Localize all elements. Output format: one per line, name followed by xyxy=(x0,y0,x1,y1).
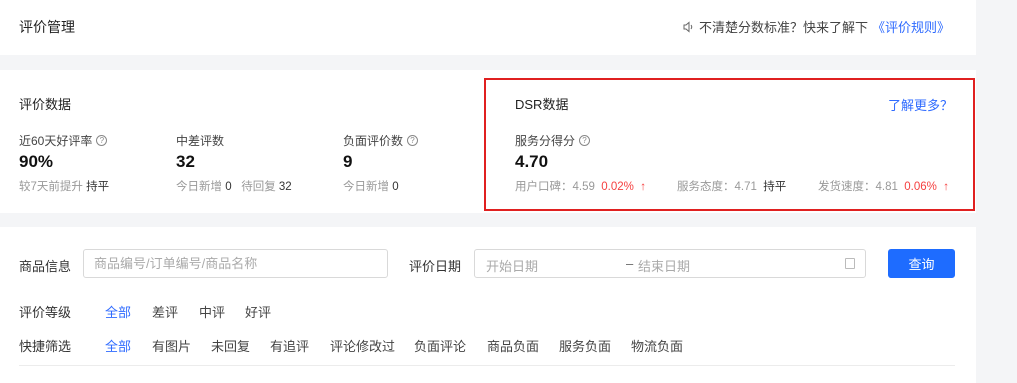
rating-level-label: 评价等级 xyxy=(19,305,72,320)
quick-filter-product-negative[interactable]: 商品负面 xyxy=(487,336,539,355)
quick-filter-logistics-negative[interactable]: 物流负面 xyxy=(631,336,683,355)
quick-filter-with-images[interactable]: 有图片 xyxy=(152,336,191,355)
rules-link[interactable]: 《评价规则》 xyxy=(872,17,950,36)
bad-review-value: 9 xyxy=(343,152,353,171)
dsr-item-change: 0.06% xyxy=(904,181,937,193)
product-search-input[interactable] xyxy=(83,249,388,278)
bad-review-label-text: 负面评价数 xyxy=(343,134,404,148)
rating-option-bad[interactable]: 差评 xyxy=(152,302,178,321)
arrow-up-icon: ↑ xyxy=(637,181,647,193)
rules-notice: 不清楚分数标准？快来了解下 《评价规则》 xyxy=(683,17,950,36)
query-button[interactable]: 查询 xyxy=(888,249,955,278)
dsr-panel: DSR数据 了解更多？ 服务分得分 ? 4.70 用户口碑：4.59 0.02%… xyxy=(484,78,975,211)
positive-rate-label: 近60天好评率 ? xyxy=(19,132,108,149)
quick-filter-negative-review[interactable]: 负面评论 xyxy=(414,336,466,355)
quick-filter-service-negative[interactable]: 服务负面 xyxy=(559,336,611,355)
dsr-score-label: 服务分得分 ? xyxy=(515,132,591,149)
dsr-score-label-text: 服务分得分 xyxy=(515,134,576,148)
dsr-item-service: 服务态度：4.71 持平 xyxy=(677,178,786,194)
page-title: 评价管理 xyxy=(19,19,75,35)
dsr-item-reputation: 用户口碑：4.59 0.02% ↑ xyxy=(515,178,646,194)
quick-filter-follow-up[interactable]: 有追评 xyxy=(270,336,309,355)
positive-rate-value: 90% xyxy=(19,152,54,171)
stats-panel: 评价数据 近60天好评率 ? 90% 较7天前提升 持平 中差评数 32 今日新… xyxy=(0,70,976,213)
negative-count-label-text: 中差评数 xyxy=(176,134,225,148)
notice-text: 不清楚分数标准？快来了解下 xyxy=(698,20,868,35)
end-date-input[interactable]: 结束日期 xyxy=(638,256,690,275)
start-date-input[interactable]: 开始日期 xyxy=(486,256,538,275)
date-separator: – xyxy=(626,256,634,271)
bad-review-today-label: 今日新增 xyxy=(343,181,389,193)
today-new-value: 0 xyxy=(225,181,232,193)
rating-option-all[interactable]: 全部 xyxy=(105,302,131,321)
dsr-item-label: 服务态度： xyxy=(677,181,735,193)
quick-filter-label: 快捷筛选 xyxy=(19,339,72,354)
today-new-label: 今日新增 xyxy=(176,181,222,193)
quick-filter-all[interactable]: 全部 xyxy=(105,336,131,355)
help-icon[interactable]: ? xyxy=(407,135,419,146)
calendar-icon[interactable] xyxy=(845,258,855,269)
positive-rate-label-text: 近60天好评率 xyxy=(19,134,93,148)
positive-rate-change: 较7天前提升 持平 xyxy=(19,178,109,194)
dsr-item-shipping: 发货速度：4.81 0.06% ↑ xyxy=(818,178,949,194)
negative-count-value: 32 xyxy=(176,152,195,171)
quick-filter-unreplied[interactable]: 未回复 xyxy=(211,336,250,355)
dsr-item-value: 4.71 xyxy=(734,181,757,193)
negative-count-sub: 今日新增 0 待回复 32 xyxy=(176,178,292,194)
review-data-title: 评价数据 xyxy=(19,97,72,112)
dsr-item-label: 发货速度： xyxy=(818,181,876,193)
dsr-item-value: 4.59 xyxy=(572,181,595,193)
product-info-label: 商品信息 xyxy=(19,259,72,274)
dsr-item-value: 4.81 xyxy=(875,181,898,193)
header-bar: 评价管理 不清楚分数标准？快来了解下 《评价规则》 xyxy=(0,0,976,55)
dsr-item-change: 持平 xyxy=(763,181,787,193)
bad-review-today-value: 0 xyxy=(392,181,399,193)
speaker-icon xyxy=(683,20,693,33)
rating-option-medium[interactable]: 中评 xyxy=(199,302,225,321)
bad-review-label: 负面评价数 ? xyxy=(343,132,419,149)
help-icon[interactable]: ? xyxy=(579,135,591,146)
divider xyxy=(19,365,955,366)
review-date-label: 评价日期 xyxy=(409,259,462,274)
dsr-item-change: 0.02% xyxy=(601,181,634,193)
date-range-picker[interactable]: 开始日期 – 结束日期 xyxy=(474,249,866,278)
dsr-item-label: 用户口碑： xyxy=(515,181,573,193)
arrow-up-icon: ↑ xyxy=(940,181,950,193)
quick-filter-edited[interactable]: 评论修改过 xyxy=(330,336,395,355)
positive-rate-change-value: 持平 xyxy=(86,181,110,193)
dsr-title: DSR数据 xyxy=(515,97,569,112)
positive-rate-change-label: 较7天前提升 xyxy=(19,181,83,193)
rating-option-good[interactable]: 好评 xyxy=(245,302,271,321)
dsr-score-value: 4.70 xyxy=(515,152,549,171)
pending-reply-label: 待回复 xyxy=(241,181,276,193)
filter-panel: 商品信息 评价日期 开始日期 – 结束日期 查询 评价等级 全部 差评 中评 好… xyxy=(0,227,976,383)
bad-review-sub: 今日新增 0 xyxy=(343,178,399,194)
pending-reply-value: 32 xyxy=(278,181,292,193)
help-icon[interactable]: ? xyxy=(96,135,108,146)
negative-count-label: 中差评数 xyxy=(176,132,224,149)
learn-more-link[interactable]: 了解更多？ xyxy=(888,95,953,114)
